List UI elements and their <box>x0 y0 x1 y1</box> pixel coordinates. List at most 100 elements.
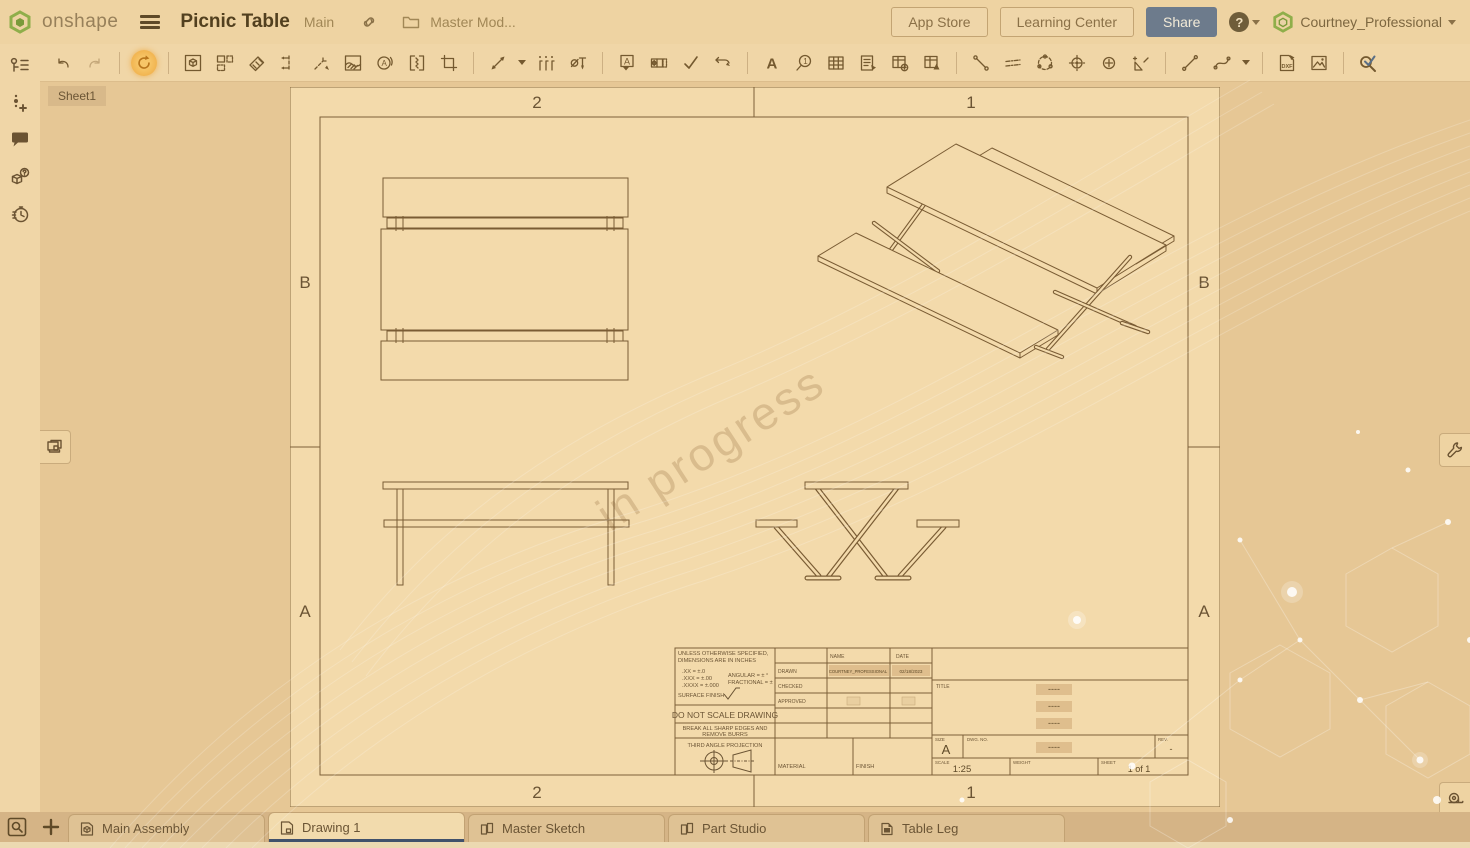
tab-label: Part Studio <box>702 821 766 836</box>
part-studio-icon <box>679 821 695 837</box>
section-view-button[interactable] <box>276 50 302 76</box>
onshape-logo-icon[interactable] <box>8 10 32 34</box>
leader-callout-button[interactable] <box>710 50 736 76</box>
drawn-name-value: COURTNEY_PROFESSIONAL <box>829 669 888 674</box>
learning-center-button[interactable]: Learning Center <box>1000 7 1134 37</box>
tab-search-button[interactable] <box>0 812 34 842</box>
app-header: onshape Picnic Table Main Master Mod... … <box>0 0 1470 44</box>
dimension-button[interactable] <box>485 50 511 76</box>
projected-view-button[interactable] <box>212 50 238 76</box>
drawing-toolbar: A A A 1 DXF <box>40 44 1470 82</box>
drawing-sheet[interactable]: 2 1 2 1 B A B A in progress <box>290 87 1220 807</box>
approved-name-placeholder[interactable] <box>847 697 860 705</box>
svg-text:ANGULAR = ± °: ANGULAR = ± ° <box>728 673 768 679</box>
hole-table-button[interactable] <box>887 50 913 76</box>
undo-button[interactable] <box>50 50 76 76</box>
measure-tool-button[interactable] <box>1355 50 1381 76</box>
part-studio-icon <box>479 821 495 837</box>
tab-part-studio[interactable]: Part Studio <box>668 814 865 842</box>
export-image-button[interactable] <box>1306 50 1332 76</box>
broken-out-section-button[interactable] <box>340 50 366 76</box>
approved-date-placeholder[interactable] <box>902 697 915 705</box>
history-icon[interactable] <box>8 202 32 226</box>
add-tab-button[interactable] <box>34 812 68 842</box>
svg-text:----: ---- <box>1048 684 1060 694</box>
user-name: Courtney_Professional <box>1300 14 1442 30</box>
link-icon[interactable] <box>360 13 378 31</box>
svg-text:1: 1 <box>803 57 808 66</box>
add-sheet-icon[interactable] <box>8 91 32 115</box>
tab-table-leg[interactable]: Table Leg <box>868 814 1065 842</box>
svg-text:DXF: DXF <box>1282 64 1294 70</box>
svg-text:2: 2 <box>532 93 541 112</box>
help-icon[interactable]: ? <box>1229 12 1249 32</box>
crop-view-button[interactable] <box>436 50 462 76</box>
circular-centerline-button[interactable] <box>1032 50 1058 76</box>
dwg-no-label: DWG. NO. <box>967 737 988 742</box>
redo-button[interactable] <box>82 50 108 76</box>
svg-text:.XXXX = ±.000: .XXXX = ±.000 <box>682 683 719 689</box>
diameter-dimension-button[interactable] <box>565 50 591 76</box>
dimension-dropdown-caret[interactable] <box>517 60 527 65</box>
bottom-strip <box>0 842 1470 848</box>
geometric-tolerance-button[interactable] <box>646 50 672 76</box>
title-value-text: ---- ---- ---- <box>1048 684 1060 728</box>
tab-main-assembly[interactable]: Main Assembly <box>68 814 265 842</box>
tab-drawing-1[interactable]: Drawing 1 <box>268 812 465 842</box>
tab-master-sketch[interactable]: Master Sketch <box>468 814 665 842</box>
user-menu[interactable]: Courtney_Professional <box>1272 11 1456 33</box>
bom-table-button[interactable] <box>855 50 881 76</box>
center-mark-button[interactable] <box>1064 50 1090 76</box>
assembly-icon <box>79 821 95 837</box>
spline-dropdown-caret[interactable] <box>1241 60 1251 65</box>
chamfer-note-button[interactable] <box>1128 50 1154 76</box>
svg-text:B: B <box>1198 273 1209 292</box>
sheet-tab[interactable]: Sheet1 <box>48 86 106 106</box>
point-to-point-button[interactable] <box>968 50 994 76</box>
check-symbol-button[interactable] <box>678 50 704 76</box>
parts-help-icon[interactable] <box>8 165 32 189</box>
sheet-list-icon[interactable] <box>8 54 32 78</box>
hamburger-menu-icon[interactable] <box>140 15 160 29</box>
size-value: A <box>942 742 951 757</box>
user-org-logo-icon <box>1272 11 1294 33</box>
ordinate-dimension-button[interactable] <box>533 50 559 76</box>
auxiliary-view-button[interactable] <box>244 50 270 76</box>
svg-text:FINISH: FINISH <box>856 764 874 770</box>
scale-value: 1:25 <box>953 764 972 775</box>
bend-table-button[interactable] <box>919 50 945 76</box>
svg-text:DRAWN: DRAWN <box>778 669 797 675</box>
app-store-button[interactable]: App Store <box>891 7 987 37</box>
sheets-panel-toggle[interactable] <box>40 430 71 464</box>
tab-label: Master Sketch <box>502 821 585 836</box>
break-view-button[interactable] <box>404 50 430 76</box>
svg-text:CHECKED: CHECKED <box>778 684 803 690</box>
update-views-button[interactable] <box>131 50 157 76</box>
balloon-button[interactable]: 1 <box>791 50 817 76</box>
wrench-panel-toggle[interactable] <box>1439 433 1470 467</box>
centerline-button[interactable] <box>1000 50 1026 76</box>
centroid-mark-button[interactable] <box>1096 50 1122 76</box>
sheet-label: SHEET <box>1101 760 1116 765</box>
svg-text:----: ---- <box>1048 718 1060 728</box>
drawing-canvas[interactable]: Sheet1 2 1 2 1 B A B A in progress <box>40 82 1470 812</box>
spline-tool-button[interactable] <box>1209 50 1235 76</box>
help-menu[interactable]: ? <box>1229 12 1260 32</box>
line-tool-button[interactable] <box>1177 50 1203 76</box>
detail-view-button[interactable]: A <box>372 50 398 76</box>
parent-folder-label[interactable]: Master Mod... <box>430 14 516 30</box>
workspace-label[interactable]: Main <box>304 14 334 30</box>
chevron-down-icon <box>1252 20 1260 25</box>
insert-view-button[interactable] <box>180 50 206 76</box>
comments-icon[interactable] <box>8 128 32 152</box>
share-button[interactable]: Share <box>1146 7 1217 37</box>
svg-text:----: ---- <box>1048 701 1060 711</box>
note-button[interactable]: A <box>614 50 640 76</box>
svg-text:DATE: DATE <box>896 654 910 660</box>
text-button[interactable]: A <box>759 50 785 76</box>
aligned-section-button[interactable] <box>308 50 334 76</box>
measure-tape-toggle[interactable] <box>1439 782 1470 816</box>
export-dxf-button[interactable]: DXF <box>1274 50 1300 76</box>
tab-label: Main Assembly <box>102 821 189 836</box>
table-button[interactable] <box>823 50 849 76</box>
